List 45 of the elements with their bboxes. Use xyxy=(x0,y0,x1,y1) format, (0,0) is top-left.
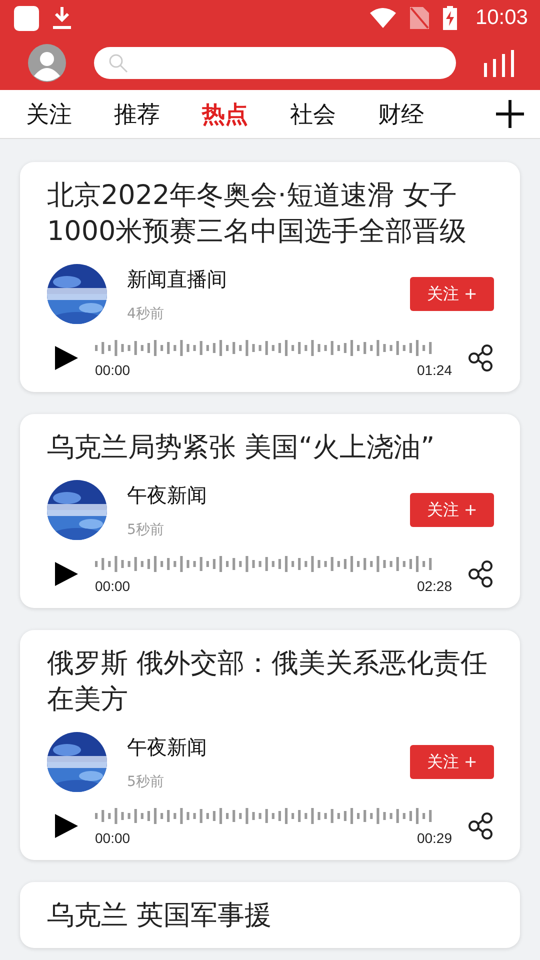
follow-button[interactable]: 关注 + xyxy=(410,493,494,527)
post-time: 5秒前 xyxy=(127,520,165,538)
news-title: 乌克兰 英国军事援 xyxy=(47,899,273,933)
post-time: 5秒前 xyxy=(127,772,165,790)
elapsed-time: 00:00 xyxy=(95,830,130,846)
category-tab[interactable]: 关注 xyxy=(26,98,114,130)
news-title: 俄罗斯 俄外交部：俄美关系恶化责任在美方 xyxy=(47,647,489,717)
news-title: 乌克兰局势紧张 美国“火上浇油” xyxy=(47,431,436,465)
play-icon[interactable] xyxy=(53,345,79,371)
status-time: 10:03 xyxy=(475,6,528,30)
plus-icon[interactable] xyxy=(496,100,524,128)
notification-icon xyxy=(14,6,39,30)
duration: 00:29 xyxy=(416,830,452,846)
bar-chart-icon[interactable] xyxy=(484,50,514,76)
download-icon xyxy=(53,7,71,29)
news-card[interactable]: 俄罗斯 俄外交部：俄美关系恶化责任在美方 午夜新闻 5秒前 关注 + 00:00 00:29 xyxy=(20,630,520,860)
share-icon[interactable] xyxy=(468,344,494,372)
follow-button[interactable]: 关注 + xyxy=(410,745,494,779)
post-time: 4秒前 xyxy=(127,304,165,322)
elapsed-time: 00:00 xyxy=(95,362,130,378)
no-sim-icon xyxy=(410,7,430,29)
duration: 01:24 xyxy=(416,362,452,378)
news-card[interactable]: 北京2022年冬奥会·短道速滑 女子1000米预赛三名中国选手全部晋级 新闻直播间 4秒前 关注 + 00:00 01:24 xyxy=(20,162,520,392)
battery-charging-icon xyxy=(443,6,458,30)
source-name: 新闻直播间 xyxy=(127,266,228,292)
category-tab[interactable]: 推荐 xyxy=(114,98,202,130)
source-name: 午夜新闻 xyxy=(127,734,208,760)
duration: 02:28 xyxy=(416,578,452,594)
follow-button[interactable]: 关注 + xyxy=(410,277,494,311)
news-title: 北京2022年冬奥会·短道速滑 女子1000米预赛三名中国选手全部晋级 xyxy=(47,179,468,249)
search-field[interactable] xyxy=(94,47,456,79)
category-tab[interactable]: 社会 xyxy=(290,98,378,130)
play-icon[interactable] xyxy=(53,813,79,839)
news-card[interactable]: 乌克兰局势紧张 美国“火上浇油” 午夜新闻 5秒前 关注 + 00:00 02:28 xyxy=(20,414,520,608)
share-icon[interactable] xyxy=(468,560,494,588)
news-card[interactable]: 乌克兰 英国军事援 xyxy=(20,882,520,948)
share-icon[interactable] xyxy=(468,812,494,840)
category-tab[interactable]: 热点 xyxy=(202,98,290,130)
avatar-icon[interactable] xyxy=(28,44,66,82)
elapsed-time: 00:00 xyxy=(95,578,130,594)
category-tab[interactable]: 财经 xyxy=(378,98,466,130)
wifi-icon xyxy=(370,8,396,28)
search-icon xyxy=(108,53,128,73)
source-name: 午夜新闻 xyxy=(127,482,208,508)
play-icon[interactable] xyxy=(53,561,79,587)
